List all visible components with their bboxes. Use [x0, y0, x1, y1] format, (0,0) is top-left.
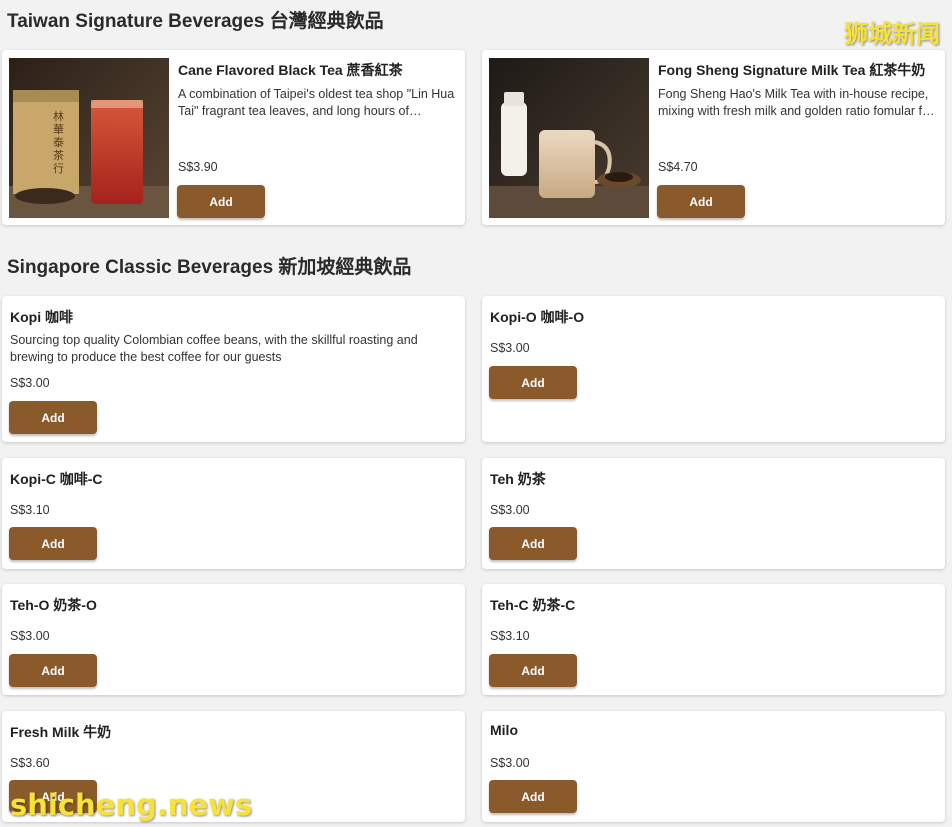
- item-name: Teh 奶茶: [490, 471, 546, 487]
- item-name: Cane Flavored Black Tea 蔗香紅茶: [178, 62, 403, 78]
- tea-package-label: 林華泰茶行: [53, 110, 64, 175]
- section-title-singapore: Singapore Classic Beverages 新加坡經典飲品: [7, 257, 412, 278]
- fong-sheng-milk-tea-image: [489, 58, 649, 218]
- item-price: S$3.10: [490, 629, 530, 643]
- add-button[interactable]: Add: [9, 401, 97, 434]
- item-price: S$4.70: [658, 160, 698, 174]
- item-price: S$3.00: [490, 341, 530, 355]
- item-price: S$3.10: [10, 503, 50, 517]
- item-price: S$3.90: [178, 160, 218, 174]
- item-name: Fresh Milk 牛奶: [10, 724, 112, 740]
- menu-card-kopi[interactable]: Kopi 咖啡 Sourcing top quality Colombian c…: [2, 296, 465, 442]
- item-price: S$3.00: [10, 629, 50, 643]
- add-button[interactable]: Add: [9, 654, 97, 687]
- item-description: Sourcing top quality Colombian coffee be…: [10, 333, 418, 364]
- item-name: Teh-C 奶茶-C: [490, 597, 576, 613]
- add-button[interactable]: Add: [489, 780, 577, 813]
- item-price: S$3.00: [490, 756, 530, 770]
- menu-card-fong-sheng-milk-tea[interactable]: Fong Sheng Signature Milk Tea 紅茶牛奶 Fong …: [482, 50, 945, 225]
- menu-card-kopi-o[interactable]: Kopi-O 咖啡-O S$3.00 Add: [482, 296, 945, 442]
- item-price: S$3.00: [10, 376, 50, 390]
- watermark-top: 狮城新闻: [844, 21, 940, 48]
- item-name: Fong Sheng Signature Milk Tea 紅茶牛奶: [658, 62, 926, 78]
- item-name: Milo: [490, 722, 518, 738]
- item-name: Teh-O 奶茶-O: [10, 597, 97, 613]
- menu-card-milo[interactable]: Milo S$3.00 Add: [482, 711, 945, 822]
- menu-card-teh-c[interactable]: Teh-C 奶茶-C S$3.10 Add: [482, 584, 945, 695]
- add-button[interactable]: Add: [489, 654, 577, 687]
- item-price: S$3.60: [10, 756, 50, 770]
- item-price: S$3.00: [490, 503, 530, 517]
- item-name: Kopi-O 咖啡-O: [490, 309, 585, 325]
- add-button[interactable]: Add: [9, 527, 97, 560]
- add-button[interactable]: Add: [489, 527, 577, 560]
- menu-card-teh-o[interactable]: Teh-O 奶茶-O S$3.00 Add: [2, 584, 465, 695]
- item-name: Kopi-C 咖啡-C: [10, 471, 103, 487]
- add-button[interactable]: Add: [177, 185, 265, 218]
- item-description: A combination of Taipei's oldest tea sho…: [178, 87, 455, 118]
- cane-black-tea-image: 林華泰茶行: [9, 58, 169, 218]
- add-button[interactable]: Add: [657, 185, 745, 218]
- watermark-bottom: shicheng.news: [10, 788, 253, 822]
- menu-card-cane-black-tea[interactable]: 林華泰茶行 Cane Flavored Black Tea 蔗香紅茶 A com…: [2, 50, 465, 225]
- add-button[interactable]: Add: [489, 366, 577, 399]
- section-title-taiwan: Taiwan Signature Beverages 台灣經典飲品: [7, 11, 384, 32]
- menu-card-teh[interactable]: Teh 奶茶 S$3.00 Add: [482, 458, 945, 569]
- menu-card-kopi-c[interactable]: Kopi-C 咖啡-C S$3.10 Add: [2, 458, 465, 569]
- item-name: Kopi 咖啡: [10, 309, 73, 325]
- item-description: Fong Sheng Hao's Milk Tea with in-house …: [658, 87, 934, 118]
